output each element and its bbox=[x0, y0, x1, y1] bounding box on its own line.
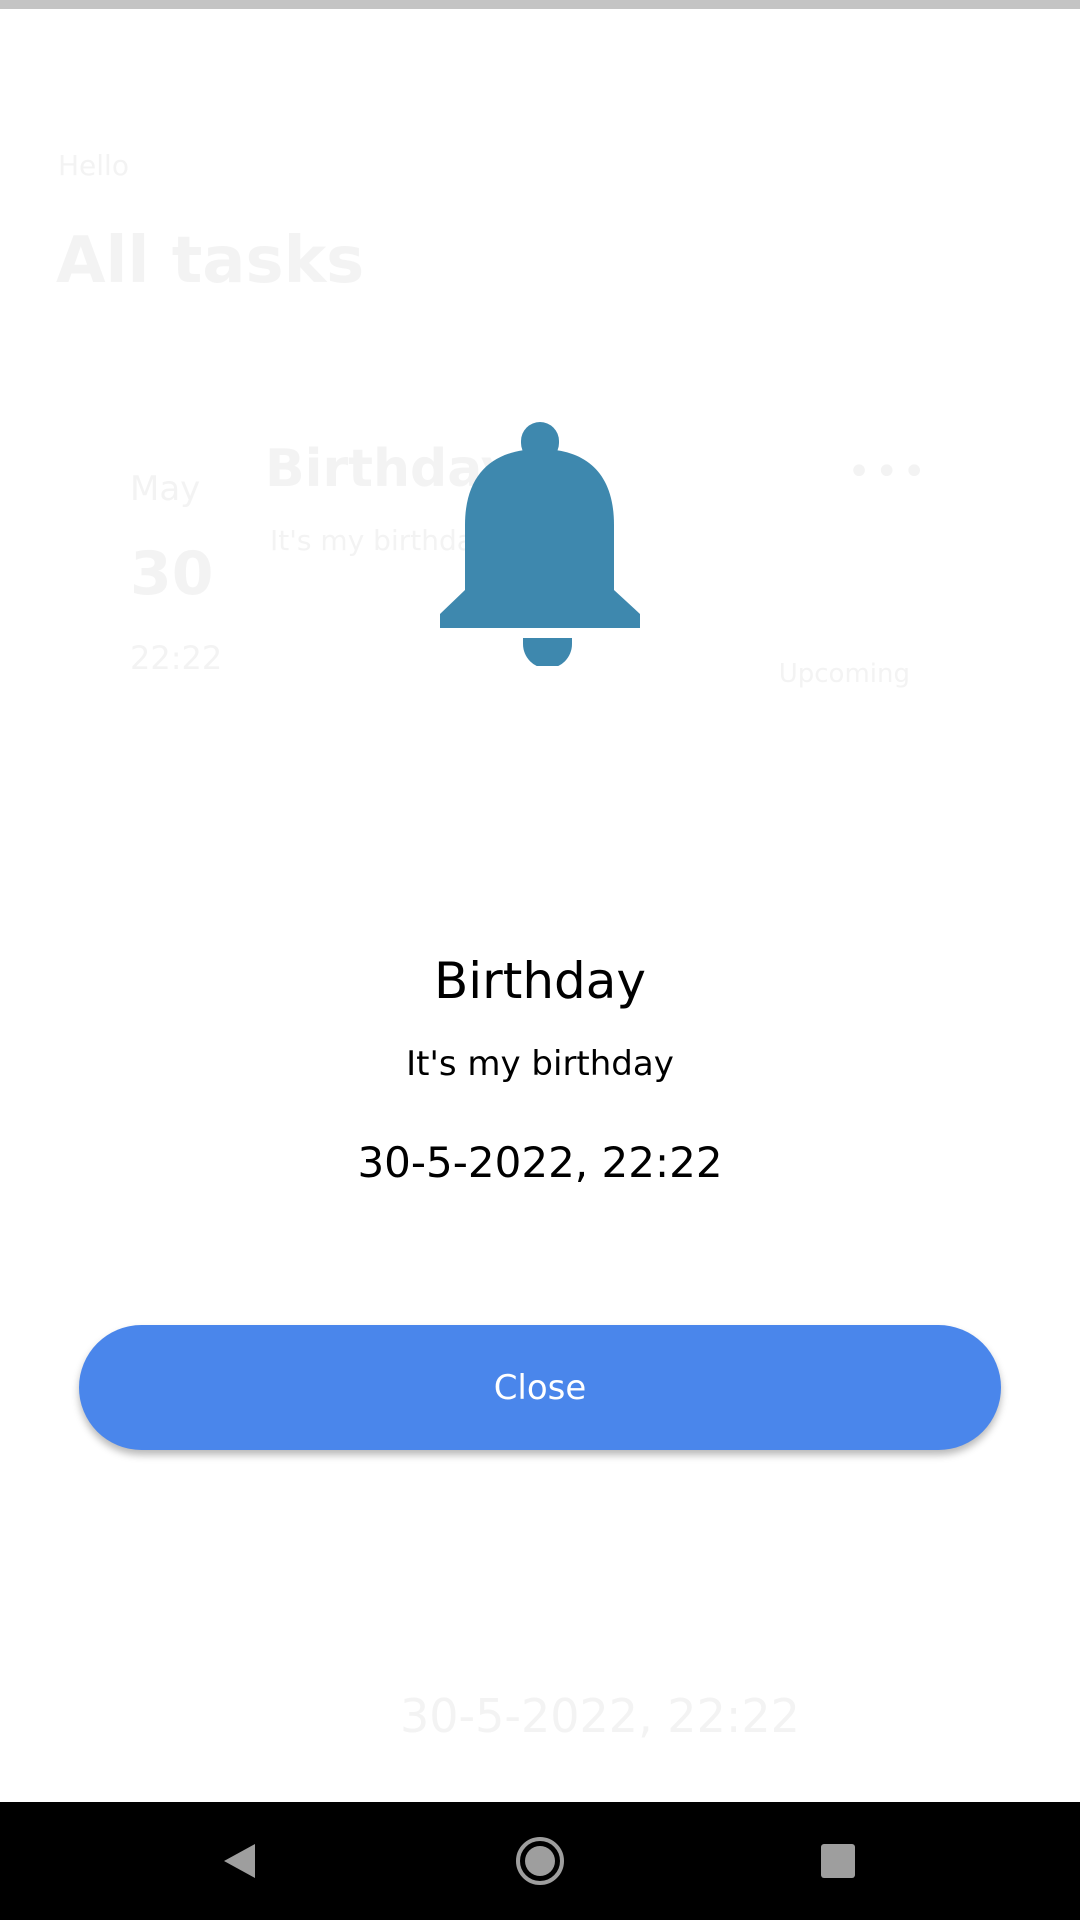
navigation-bar bbox=[0, 1802, 1080, 1920]
dialog-datetime: 30-5-2022, 22:22 bbox=[357, 1138, 723, 1187]
background-task-list: Hello All tasks May 30 Birthday It's my … bbox=[0, 9, 1080, 1802]
back-triangle-icon bbox=[224, 1844, 255, 1878]
recents-square-icon bbox=[821, 1844, 855, 1878]
dialog-title: Birthday bbox=[433, 952, 646, 1010]
home-circle-icon bbox=[516, 1837, 564, 1885]
background-card-month: May bbox=[130, 469, 201, 509]
background-card-status: Upcoming bbox=[778, 659, 910, 689]
close-button[interactable]: Close bbox=[79, 1325, 1001, 1450]
bell-icon bbox=[432, 420, 648, 669]
recents-button[interactable] bbox=[778, 1802, 898, 1920]
home-button[interactable] bbox=[480, 1802, 600, 1920]
status-bar bbox=[0, 0, 1080, 9]
screen: Hello All tasks May 30 Birthday It's my … bbox=[0, 0, 1080, 1920]
background-card-more-icon: ••• bbox=[847, 449, 930, 495]
background-page-title: All tasks bbox=[56, 224, 365, 298]
background-card-time: 22:22 bbox=[130, 639, 223, 677]
back-button[interactable] bbox=[180, 1802, 300, 1920]
dialog-message: It's my birthday bbox=[406, 1044, 674, 1084]
background-greeting: Hello bbox=[58, 149, 129, 182]
background-card-day: 30 bbox=[130, 539, 214, 609]
background-bottom-date: 30-5-2022, 22:22 bbox=[400, 1689, 800, 1743]
close-button-label: Close bbox=[493, 1367, 587, 1408]
